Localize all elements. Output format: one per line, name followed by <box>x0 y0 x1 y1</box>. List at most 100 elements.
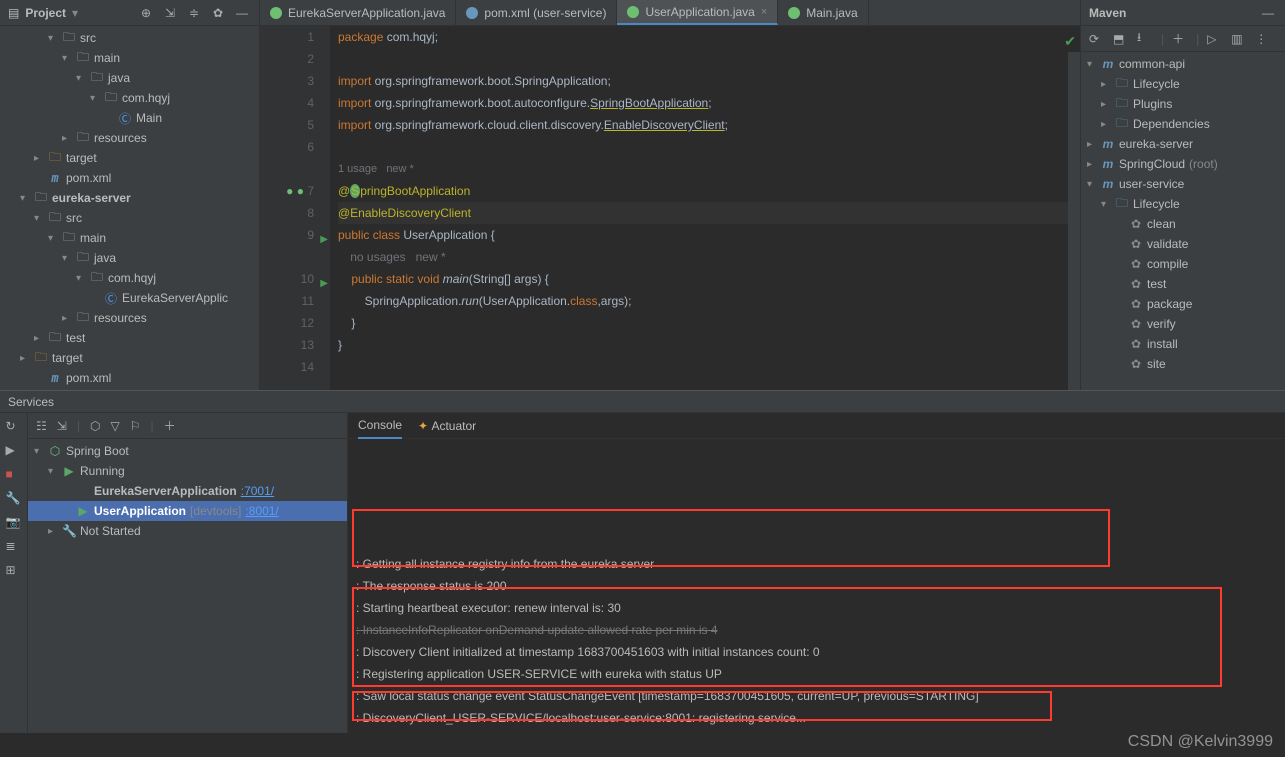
collapse-icon[interactable]: ≑ <box>185 4 203 22</box>
close-icon[interactable]: × <box>761 6 767 18</box>
filter-icon[interactable]: ≣ <box>6 539 22 555</box>
tree-item[interactable]: 🗀target <box>0 148 259 168</box>
editor-tab[interactable]: pom.xml (user-service) <box>456 0 617 25</box>
gear-icon[interactable]: ✿ <box>209 4 227 22</box>
tree-item[interactable]: ▶UserApplication [devtools] :8001/ <box>28 501 347 521</box>
tree-item[interactable]: ✿validate <box>1081 234 1285 254</box>
tree-item[interactable]: 🗀test <box>0 328 259 348</box>
kw-import: import <box>338 74 371 88</box>
tree-item[interactable]: 🗀main <box>0 48 259 68</box>
kw-classref: class <box>570 294 597 308</box>
console-line: : Getting all instance registry info fro… <box>356 553 1277 575</box>
code-body[interactable]: package com.hqyj; import org.springframe… <box>330 26 1080 390</box>
tree-item[interactable]: 🗀main <box>0 228 259 248</box>
settings-icon[interactable]: 🔧 <box>6 491 22 507</box>
camera-icon[interactable]: 📷 <box>6 515 22 531</box>
tree-item[interactable]: 🗀Lifecycle <box>1081 74 1285 94</box>
tree-item[interactable]: 🗀eureka-server <box>0 188 259 208</box>
kw-public: public <box>338 228 369 242</box>
tree-item[interactable]: ✿clean <box>1081 214 1285 234</box>
tree-item[interactable]: muser-service <box>1081 174 1285 194</box>
tree-item[interactable]: ⒸMain <box>0 108 259 128</box>
filter-icon[interactable]: ▽ <box>110 419 119 433</box>
tree-item[interactable]: meureka-server <box>1081 134 1285 154</box>
main-args: (String[] args) { <box>469 272 549 286</box>
run-icon[interactable]: ▷ <box>1207 32 1223 46</box>
file-icon <box>270 7 282 19</box>
tab-console[interactable]: Console <box>358 413 402 439</box>
tab-actuator[interactable]: ✦ Actuator <box>418 413 476 439</box>
tree-item[interactable]: EurekaServerApplication :7001/ <box>28 481 347 501</box>
console-line: : Discovery Client initialized at timest… <box>356 641 1277 663</box>
file-icon <box>788 7 800 19</box>
tree-item[interactable]: mSpringCloud (root) <box>1081 154 1285 174</box>
tab-label: EurekaServerApplication.java <box>288 6 445 20</box>
add-icon[interactable]: ＋ <box>1172 30 1188 47</box>
file-icon <box>466 7 478 19</box>
collapse-all-icon[interactable]: ⇲ <box>57 419 67 433</box>
expand-icon[interactable]: ⇲ <box>161 4 179 22</box>
tree-item[interactable]: 🗀src <box>0 28 259 48</box>
download-icon[interactable]: ⭳ <box>1137 28 1153 49</box>
editor-scrollbar[interactable] <box>1068 52 1080 390</box>
tag-icon[interactable]: ⚐ <box>130 419 141 433</box>
group-icon[interactable]: ⬡ <box>90 419 100 433</box>
tree-item[interactable]: 🗀Lifecycle <box>1081 194 1285 214</box>
tree-item[interactable]: mpom.xml <box>0 168 259 188</box>
tree-item[interactable]: 🗀java <box>0 68 259 88</box>
tree-item[interactable]: 🗀java <box>0 248 259 268</box>
hide-icon[interactable]: — <box>233 4 251 22</box>
run-icon[interactable]: ▶ <box>6 443 22 459</box>
editor-tab[interactable]: Main.java <box>778 0 868 25</box>
tree-item[interactable]: 🗀Dependencies <box>1081 114 1285 134</box>
tree-item[interactable]: ✿compile <box>1081 254 1285 274</box>
tree-item[interactable]: ✿test <box>1081 274 1285 294</box>
tree-item[interactable]: 🗀target <box>0 348 259 368</box>
target-icon[interactable]: ⊕ <box>137 4 155 22</box>
tree-item[interactable]: ✿install <box>1081 334 1285 354</box>
expand-all-icon[interactable]: ☷ <box>36 419 47 433</box>
add-icon[interactable]: ＋ <box>164 417 176 434</box>
kw-void: void <box>417 272 439 286</box>
tree-item[interactable]: ✿verify <box>1081 314 1285 334</box>
tree-item[interactable]: 🗀com.hqyj <box>0 88 259 108</box>
exec-icon[interactable]: ▥ <box>1231 32 1247 46</box>
package-name: com.hqyj; <box>383 30 438 44</box>
project-tree[interactable]: 🗀src🗀main🗀java🗀com.hqyjⒸMain🗀resources🗀t… <box>0 26 259 390</box>
tree-item[interactable]: 🗀src <box>0 208 259 228</box>
tree-item[interactable]: 🔧Not Started <box>28 521 347 541</box>
tree-item[interactable]: ⬡Spring Boot <box>28 441 347 461</box>
tree-item[interactable]: 🗀Plugins <box>1081 94 1285 114</box>
layout-icon[interactable]: ⊞ <box>6 563 22 579</box>
import-1: org.springframework.boot.SpringApplicati… <box>371 74 610 88</box>
maven-tree[interactable]: mcommon-api🗀Lifecycle🗀Plugins🗀Dependenci… <box>1081 52 1285 390</box>
tree-item[interactable]: ✿site <box>1081 354 1285 374</box>
tree-item[interactable]: mpom.xml <box>0 368 259 388</box>
rerun-icon[interactable]: ↻ <box>6 419 22 435</box>
tree-item[interactable]: 🗀com.hqyj <box>0 268 259 288</box>
call-end: ,args); <box>597 294 631 308</box>
chevron-down-icon[interactable]: ▾ <box>72 6 78 20</box>
tree-item[interactable]: 🗀resources <box>0 128 259 148</box>
tree-item[interactable]: ⒸEurekaServerApplic <box>0 288 259 308</box>
tab-label: Main.java <box>806 6 857 20</box>
call-mid: (UserApplication. <box>479 294 570 308</box>
brace-close-inner: } <box>338 312 1080 334</box>
services-panel: Services ↻ ▶ ■ 🔧 📷 ≣ ⊞ ☷ ⇲ | ⬡ ▽ ⚐ | ＋ ⬡… <box>0 390 1285 733</box>
tree-item[interactable]: 🗀resources <box>0 308 259 328</box>
reload-icon[interactable]: ⟳ <box>1089 32 1105 46</box>
generate-icon[interactable]: ⬒ <box>1113 32 1129 46</box>
console-output[interactable]: : Getting all instance registry info fro… <box>348 439 1285 733</box>
stop-icon[interactable]: ■ <box>6 467 22 483</box>
tree-item[interactable]: mcommon-api <box>1081 54 1285 74</box>
services-tree[interactable]: ⬡Spring Boot▶RunningEurekaServerApplicat… <box>28 439 347 541</box>
editor-panel: EurekaServerApplication.java pom.xml (use… <box>260 0 1080 390</box>
code-area[interactable]: ✔ 123456● ● 789▶10▶11121314 package com.… <box>260 26 1080 390</box>
editor-tab[interactable]: UserApplication.java× <box>617 0 778 25</box>
hide-icon[interactable]: — <box>1259 4 1277 22</box>
editor-tab[interactable]: EurekaServerApplication.java <box>260 0 456 25</box>
tree-item[interactable]: ✿package <box>1081 294 1285 314</box>
more-icon[interactable]: ⋮ <box>1255 32 1271 46</box>
kw-import: import <box>338 118 371 132</box>
tree-item[interactable]: ▶Running <box>28 461 347 481</box>
